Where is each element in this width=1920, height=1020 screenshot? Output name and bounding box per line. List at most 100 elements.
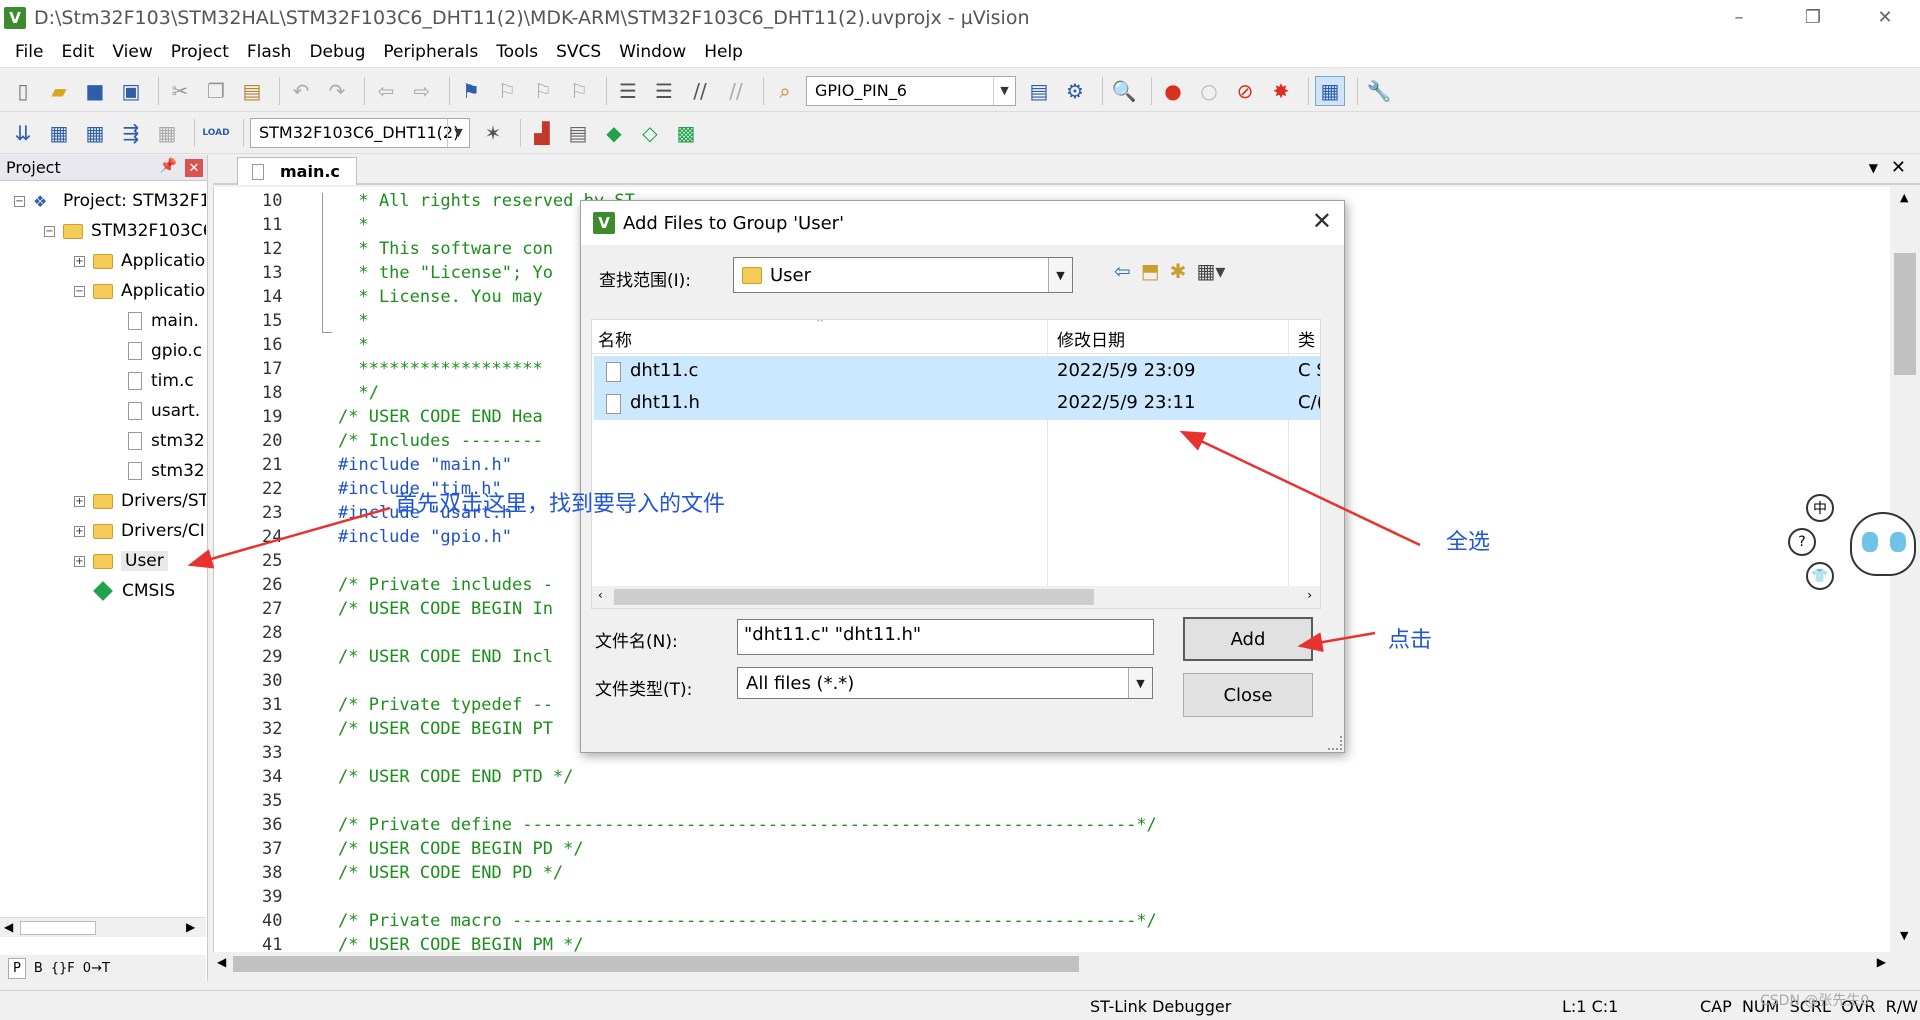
scroll-left-icon[interactable]: ◀ bbox=[217, 955, 226, 969]
tree-item-file[interactable]: stm32 bbox=[128, 427, 205, 455]
code-line[interactable]: 39 bbox=[214, 885, 1884, 909]
menu-tools[interactable]: Tools bbox=[487, 42, 547, 62]
chevron-down-icon[interactable]: ▼ bbox=[447, 118, 469, 147]
download-load-icon[interactable]: LOAD bbox=[201, 118, 231, 148]
window-layout-icon[interactable]: ▦ bbox=[1315, 75, 1345, 106]
target-combo[interactable]: STM32F103C6_DHT11(2) ▼ bbox=[250, 117, 470, 148]
debug-session-icon[interactable]: 🔍 bbox=[1109, 76, 1139, 106]
close-window-button[interactable]: ✕ bbox=[1856, 0, 1914, 34]
close-button[interactable]: Close bbox=[1183, 673, 1313, 717]
uncomment-icon[interactable]: // bbox=[721, 76, 751, 106]
rebuild-icon[interactable]: ▦ bbox=[80, 118, 110, 148]
tree-item-file[interactable]: usart. bbox=[128, 397, 200, 425]
clear-bookmarks-icon[interactable]: ⚐ bbox=[564, 76, 594, 106]
scroll-left-icon[interactable]: ◀ bbox=[4, 920, 13, 934]
batch-build-icon[interactable]: ⇶ bbox=[116, 118, 146, 148]
code-line[interactable]: 37 /* USER CODE BEGIN PD */ bbox=[214, 837, 1884, 861]
chevron-down-icon[interactable]: ▼ bbox=[1128, 668, 1152, 698]
manage-project-items-icon[interactable]: ▟ bbox=[527, 118, 557, 148]
target-options-icon[interactable]: ✶ bbox=[478, 118, 508, 148]
find-in-files-icon[interactable]: ⌕ bbox=[770, 76, 800, 106]
code-line[interactable]: 40 /* Private macro ---------------------… bbox=[214, 909, 1884, 933]
menu-file[interactable]: File bbox=[6, 42, 52, 62]
code-line[interactable]: 34 /* USER CODE END PTD */ bbox=[214, 765, 1884, 789]
menu-debug[interactable]: Debug bbox=[300, 42, 374, 62]
project-horizontal-scrollbar[interactable]: ◀ ▶ bbox=[0, 917, 206, 937]
editor-horizontal-scrollbar[interactable]: ◀ ▶ bbox=[213, 952, 1890, 976]
code-line[interactable]: 38 /* USER CODE END PD */ bbox=[214, 861, 1884, 885]
filetype-select[interactable]: All files (*.*) ▼ bbox=[737, 667, 1153, 699]
incremental-find-icon[interactable]: ▤ bbox=[1024, 76, 1054, 106]
menu-help[interactable]: Help bbox=[695, 42, 752, 62]
scroll-up-icon[interactable]: ▲ bbox=[1900, 191, 1908, 204]
copy-icon[interactable]: ❐ bbox=[201, 76, 231, 106]
tab-main-c[interactable]: main.c bbox=[237, 157, 357, 185]
breakpoint-icon[interactable]: ● bbox=[1158, 76, 1188, 106]
expand-icon[interactable]: + bbox=[74, 555, 85, 567]
filename-input[interactable]: "dht11.c" "dht11.h" bbox=[737, 619, 1154, 655]
tree-item-file[interactable]: gpio.c bbox=[128, 337, 202, 365]
tab-functions[interactable]: {}F bbox=[51, 961, 75, 976]
tree-item-group[interactable]: + Drivers/CI bbox=[74, 517, 205, 545]
find-combo[interactable]: GPIO_PIN_6 ▼ bbox=[806, 75, 1016, 106]
configure-icon[interactable]: 🔧 bbox=[1364, 76, 1394, 106]
scroll-down-icon[interactable]: ▼ bbox=[1900, 929, 1908, 942]
tree-item-project[interactable]: − ❖ Project: STM32F1( bbox=[14, 187, 206, 215]
chevron-down-icon[interactable]: ▼ bbox=[1048, 258, 1072, 292]
tab-books[interactable]: B bbox=[34, 961, 43, 976]
scroll-left-icon[interactable]: ‹ bbox=[598, 588, 603, 602]
collapse-icon[interactable]: − bbox=[74, 285, 85, 297]
minimize-button[interactable]: – bbox=[1710, 0, 1768, 34]
file-list[interactable]: 名称 ^ 修改日期 类 dht11.c 2022/5/9 23:09 C S d… bbox=[591, 319, 1321, 609]
code-line[interactable]: 35 bbox=[214, 789, 1884, 813]
tree-item-file[interactable]: tim.c bbox=[128, 367, 194, 395]
file-list-scrollbar[interactable]: ‹ › bbox=[592, 586, 1320, 608]
dialog-close-icon[interactable]: ✕ bbox=[1312, 207, 1332, 235]
code-line[interactable]: 41 /* USER CODE BEGIN PM */ bbox=[214, 933, 1884, 953]
menu-window[interactable]: Window bbox=[610, 42, 695, 62]
menu-project[interactable]: Project bbox=[162, 42, 238, 62]
restore-button[interactable]: ❐ bbox=[1784, 0, 1842, 34]
expand-icon[interactable]: + bbox=[74, 495, 85, 507]
look-in-combo[interactable]: User ▼ bbox=[733, 257, 1073, 293]
collapse-icon[interactable]: − bbox=[44, 225, 55, 237]
scroll-thumb[interactable] bbox=[20, 921, 96, 935]
menu-svcs[interactable]: SVCS bbox=[547, 42, 610, 62]
paste-icon[interactable]: ▤ bbox=[237, 76, 267, 106]
prev-bookmark-icon[interactable]: ⚐ bbox=[492, 76, 522, 106]
scroll-right-icon[interactable]: ▶ bbox=[186, 920, 195, 934]
collapse-icon[interactable]: − bbox=[14, 195, 25, 207]
stop-build-icon[interactable]: ▦ bbox=[152, 118, 182, 148]
tree-item-group[interactable]: + Applicatio bbox=[74, 247, 205, 275]
disable-breakpoint-icon[interactable]: ○ bbox=[1194, 76, 1224, 106]
file-row[interactable]: dht11.h 2022/5/9 23:11 C/( bbox=[594, 388, 1320, 420]
comment-icon[interactable]: // bbox=[685, 76, 715, 106]
new-file-icon[interactable]: ▯ bbox=[8, 76, 38, 106]
tree-item-target[interactable]: − STM32F103C6 bbox=[44, 217, 206, 245]
tree-item-group-user[interactable]: + User bbox=[74, 547, 168, 575]
pin-icon[interactable]: 📌 bbox=[160, 158, 177, 174]
menu-flash[interactable]: Flash bbox=[238, 42, 301, 62]
build-icon[interactable]: ▦ bbox=[44, 118, 74, 148]
find-icon[interactable]: ⚙ bbox=[1060, 76, 1090, 106]
indent-icon[interactable]: ☰ bbox=[613, 76, 643, 106]
view-menu-icon[interactable]: ▦▾ bbox=[1196, 259, 1225, 283]
up-folder-icon[interactable]: ⬒ bbox=[1141, 259, 1160, 283]
menu-view[interactable]: View bbox=[103, 42, 161, 62]
scroll-thumb[interactable] bbox=[614, 589, 1094, 605]
pack-installer-icon[interactable]: ▩ bbox=[671, 118, 701, 148]
kill-breakpoints-icon[interactable]: ✸ bbox=[1266, 76, 1296, 106]
back-icon[interactable]: ⇦ bbox=[1114, 259, 1131, 283]
undo-icon[interactable]: ↶ bbox=[286, 76, 316, 106]
scroll-right-icon[interactable]: ▶ bbox=[1877, 955, 1886, 969]
add-button[interactable]: Add bbox=[1183, 617, 1313, 661]
select-packs-icon[interactable]: ◇ bbox=[635, 118, 665, 148]
redo-icon[interactable]: ↷ bbox=[322, 76, 352, 106]
column-name[interactable]: 名称 bbox=[598, 326, 632, 351]
close-tab-icon[interactable]: ✕ bbox=[1891, 157, 1906, 178]
scroll-right-icon[interactable]: › bbox=[1307, 588, 1312, 602]
nav-forward-icon[interactable]: ⇨ bbox=[407, 76, 437, 106]
tab-list-dropdown-icon[interactable]: ▼ bbox=[1869, 161, 1878, 175]
tree-item-group[interactable]: + Drivers/ST bbox=[74, 487, 206, 515]
tree-item-group[interactable]: − Applicatio bbox=[74, 277, 205, 305]
